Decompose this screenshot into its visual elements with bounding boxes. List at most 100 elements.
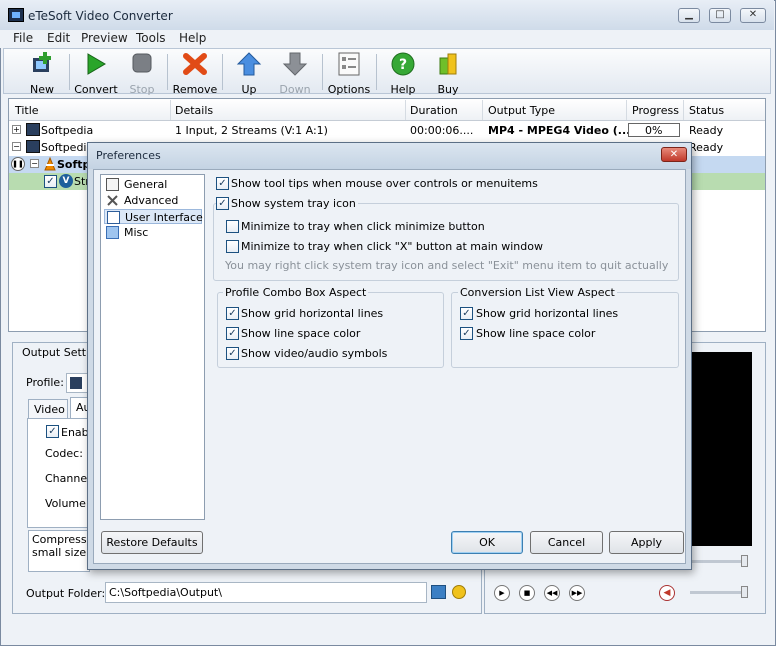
- profile-grid-checkbox[interactable]: ✓: [226, 307, 239, 320]
- open-folder-icon[interactable]: [452, 585, 466, 599]
- nav-advanced[interactable]: Advanced: [104, 193, 178, 208]
- volume-thumb[interactable]: [741, 586, 748, 598]
- row-details: 1 Input, 2 Streams (V:1 A:1): [175, 124, 328, 137]
- profile-linecolor-label: Show line space color: [241, 327, 361, 340]
- conversion-list-group-title: Conversion List View Aspect: [458, 286, 617, 299]
- video-file-icon: [26, 140, 40, 153]
- maximize-button[interactable]: □: [709, 8, 731, 23]
- menu-preview[interactable]: Preview: [81, 31, 128, 45]
- row-title: Softpedia: [41, 141, 94, 154]
- toolbar-separator: [167, 54, 168, 90]
- nav-user-interface[interactable]: User Interface: [104, 209, 203, 224]
- profile-symbols-label: Show video/audio symbols: [241, 347, 388, 360]
- browse-folder-icon[interactable]: [431, 585, 446, 599]
- column-details[interactable]: Details: [175, 104, 213, 117]
- profile-linecolor-checkbox[interactable]: ✓: [226, 327, 239, 340]
- convert-button[interactable]: Convert: [70, 50, 122, 96]
- pause-icon[interactable]: ❚❚: [11, 157, 25, 171]
- tooltips-checkbox[interactable]: ✓: [216, 177, 229, 190]
- minimize-tray-label: Minimize to tray when click minimize but…: [241, 220, 485, 233]
- collapse-icon[interactable]: −: [30, 159, 39, 168]
- output-folder-value: C:\Softpedia\Output\: [109, 586, 222, 599]
- column-divider: [482, 100, 483, 120]
- rewind-icon[interactable]: ◀◀: [544, 585, 560, 601]
- column-status[interactable]: Status: [689, 104, 724, 117]
- seek-track[interactable]: [690, 560, 746, 563]
- menu-file[interactable]: File: [13, 31, 33, 45]
- new-button[interactable]: New: [16, 50, 68, 96]
- enable-audio-checkbox[interactable]: ✓: [46, 425, 59, 438]
- app-icon: [8, 8, 24, 22]
- nav-general[interactable]: General: [104, 177, 167, 192]
- preview-screen: [686, 352, 752, 546]
- close-button[interactable]: ✕: [740, 8, 766, 23]
- tray-icon-label: Show system tray icon: [229, 197, 358, 210]
- stream-checkbox[interactable]: ✓: [44, 175, 57, 188]
- row-title: Softpedia: [41, 124, 94, 137]
- nav-misc-label: Misc: [124, 226, 149, 239]
- profile-symbols-checkbox[interactable]: ✓: [226, 347, 239, 360]
- nav-user-interface-label: User Interface: [125, 211, 203, 224]
- menu-edit[interactable]: Edit: [47, 31, 70, 45]
- stop-icon[interactable]: ■: [519, 585, 535, 601]
- ok-button[interactable]: OK: [451, 531, 523, 554]
- mute-speaker-icon[interactable]: ◀: [659, 585, 675, 601]
- menu-tools[interactable]: Tools: [136, 31, 166, 45]
- seek-thumb[interactable]: [741, 555, 748, 567]
- restore-defaults-button[interactable]: Restore Defaults: [101, 531, 203, 554]
- dialog-close-button[interactable]: ✕: [661, 147, 687, 162]
- column-output-type[interactable]: Output Type: [488, 104, 555, 117]
- remove-x-icon: [183, 53, 207, 75]
- options-list-icon: [338, 52, 360, 76]
- output-folder-label: Output Folder:: [26, 587, 106, 600]
- conv-linecolor-label: Show line space color: [476, 327, 596, 340]
- conv-grid-label: Show grid horizontal lines: [476, 307, 619, 320]
- nav-advanced-label: Advanced: [124, 194, 179, 207]
- row-output-type[interactable]: MP4 - MPEG4 Video (...: [488, 124, 630, 137]
- expand-icon[interactable]: +: [12, 125, 21, 134]
- remove-button[interactable]: Remove: [169, 50, 221, 96]
- minimize-button[interactable]: ▁: [678, 8, 700, 23]
- close-tray-checkbox[interactable]: [226, 240, 239, 253]
- video-file-icon: [26, 123, 40, 136]
- minimize-tray-checkbox[interactable]: [226, 220, 239, 233]
- profile-combo[interactable]: [66, 373, 88, 393]
- vlc-cone-icon: [44, 157, 56, 171]
- menu-help[interactable]: Help: [179, 31, 206, 45]
- profile-grid-label: Show grid horizontal lines: [241, 307, 384, 320]
- row-duration: 00:00:06....: [410, 124, 474, 137]
- progress-text: 0%: [645, 124, 663, 137]
- row-status: Ready: [689, 141, 724, 154]
- fast-forward-icon[interactable]: ▶▶: [569, 585, 585, 601]
- collapse-icon[interactable]: −: [12, 142, 21, 151]
- volume-track[interactable]: [690, 591, 746, 594]
- dialog-title-bar: [88, 143, 691, 169]
- dialog-title: Preferences: [96, 149, 161, 162]
- up-button[interactable]: Up: [223, 50, 275, 96]
- close-tray-label: Minimize to tray when click "X" button a…: [241, 240, 543, 253]
- tray-icon-checkbox[interactable]: ✓: [216, 197, 229, 210]
- conv-linecolor-checkbox[interactable]: ✓: [460, 327, 473, 340]
- down-button[interactable]: Down: [269, 50, 321, 96]
- options-button[interactable]: Options: [323, 50, 375, 96]
- nav-misc[interactable]: Misc: [104, 225, 148, 240]
- column-progress[interactable]: Progress: [632, 104, 679, 117]
- conv-grid-checkbox[interactable]: ✓: [460, 307, 473, 320]
- play-icon[interactable]: ▶: [494, 585, 510, 601]
- column-title[interactable]: Title: [15, 104, 39, 117]
- column-divider: [170, 100, 171, 120]
- help-icon: ?: [391, 52, 415, 76]
- column-duration[interactable]: Duration: [410, 104, 458, 117]
- profile-label: Profile:: [26, 376, 64, 389]
- column-divider: [626, 100, 627, 120]
- cancel-button[interactable]: Cancel: [530, 531, 603, 554]
- stop-button[interactable]: Stop: [116, 50, 168, 96]
- row-title: Softp: [57, 158, 91, 171]
- misc-icon: [106, 226, 119, 239]
- enable-audio-label: Enab: [61, 426, 89, 439]
- video-stream-icon: V: [59, 174, 73, 188]
- apply-button[interactable]: Apply: [609, 531, 684, 554]
- tab-video-label: Video: [34, 403, 65, 416]
- buy-button[interactable]: Buy: [422, 50, 474, 96]
- svg-text:?: ?: [399, 57, 407, 73]
